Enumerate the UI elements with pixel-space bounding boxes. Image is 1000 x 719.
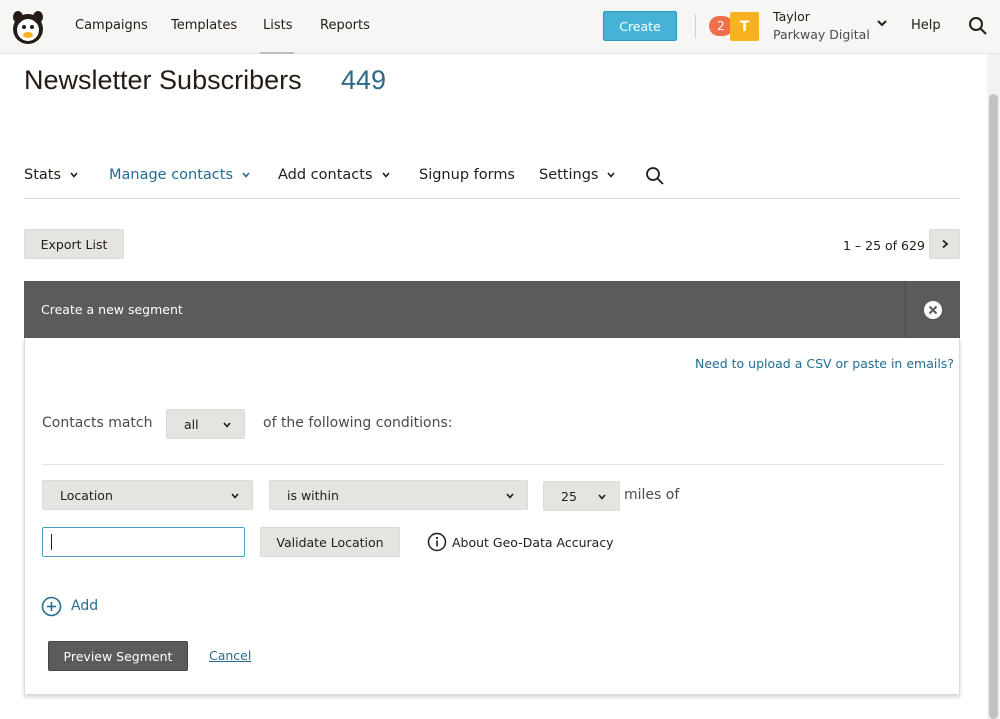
user-name[interactable]: Taylor — [773, 9, 810, 24]
chevron-down-icon — [70, 172, 78, 178]
nav-lists[interactable]: Lists — [263, 18, 293, 33]
search-icon[interactable] — [968, 16, 988, 36]
chevron-down-icon — [607, 172, 616, 178]
pagination-range: 1 – 25 of 629 — [843, 238, 925, 253]
chevron-down-icon — [381, 172, 390, 178]
tab-manage-contacts-label: Manage contacts — [109, 167, 234, 183]
chevron-down-icon — [598, 494, 606, 500]
nav-reports[interactable]: Reports — [320, 18, 370, 33]
tab-signup-forms[interactable]: Signup forms — [419, 167, 515, 183]
segment-close-area — [905, 281, 960, 338]
chevron-down-icon — [223, 422, 231, 428]
match-prefix-label: Contacts match — [42, 415, 153, 431]
match-type-select[interactable]: all — [166, 409, 245, 439]
condition-field-value: Location — [60, 487, 113, 503]
geo-accuracy-link[interactable]: About Geo-Data Accuracy — [452, 535, 614, 550]
subnav-divider — [24, 198, 960, 199]
help-link[interactable]: Help — [911, 18, 941, 33]
nav-divider — [695, 14, 696, 38]
chevron-right-icon — [941, 239, 948, 249]
tab-settings[interactable]: Settings — [539, 167, 616, 183]
cancel-link[interactable]: Cancel — [209, 648, 251, 663]
create-button[interactable]: Create — [603, 11, 677, 41]
add-circle-icon[interactable] — [41, 596, 62, 617]
conditions-divider — [42, 464, 943, 465]
text-cursor — [51, 534, 52, 550]
chevron-down-icon[interactable] — [875, 16, 889, 30]
upload-csv-link[interactable]: Need to upload a CSV or paste in emails? — [695, 356, 954, 371]
preview-segment-button[interactable]: Preview Segment — [48, 641, 188, 671]
tab-stats[interactable]: Stats — [24, 167, 79, 183]
user-organization[interactable]: Parkway Digital — [773, 27, 870, 42]
avatar[interactable]: T — [730, 12, 759, 41]
nav-campaigns[interactable]: Campaigns — [75, 18, 148, 33]
tab-add-contacts[interactable]: Add contacts — [278, 167, 391, 183]
nav-templates[interactable]: Templates — [171, 18, 237, 33]
search-icon[interactable] — [645, 166, 665, 186]
tab-manage-contacts[interactable]: Manage contacts — [109, 167, 251, 183]
segment-panel-title: Create a new segment — [41, 302, 183, 317]
tab-settings-label: Settings — [539, 167, 599, 183]
next-page-button[interactable] — [929, 229, 960, 259]
export-list-button[interactable]: Export List — [24, 229, 124, 259]
match-suffix-label: of the following conditions: — [263, 415, 453, 431]
mailchimp-logo-icon[interactable] — [10, 8, 46, 46]
chevron-down-icon — [506, 493, 514, 499]
add-condition-link[interactable]: Add — [71, 598, 98, 614]
top-navigation-bar: Campaigns Templates Lists Reports Create… — [0, 0, 1000, 54]
distance-select[interactable]: 25 — [543, 481, 620, 511]
chevron-down-icon — [242, 172, 250, 178]
info-icon[interactable] — [427, 532, 447, 552]
chevron-down-icon — [231, 493, 239, 499]
condition-operator-select[interactable]: is within — [269, 480, 528, 510]
distance-unit-label: miles of — [624, 487, 680, 503]
tab-signup-forms-label: Signup forms — [419, 167, 515, 183]
tab-stats-label: Stats — [24, 167, 62, 183]
location-input[interactable] — [42, 527, 245, 557]
condition-operator-value: is within — [287, 487, 339, 503]
condition-field-select[interactable]: Location — [42, 480, 253, 510]
subscriber-count: 449 — [341, 65, 387, 95]
match-type-value: all — [184, 416, 199, 432]
scrollbar-thumb[interactable] — [989, 94, 998, 719]
tab-add-contacts-label: Add contacts — [278, 167, 373, 183]
page-title: Newsletter Subscribers — [24, 65, 302, 95]
nav-active-indicator — [260, 52, 294, 54]
distance-value: 25 — [561, 488, 577, 504]
validate-location-button[interactable]: Validate Location — [260, 527, 400, 557]
close-icon[interactable] — [923, 300, 943, 320]
